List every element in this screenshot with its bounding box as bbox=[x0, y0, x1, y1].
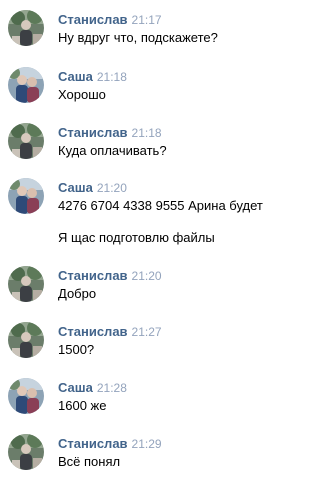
message-header: Станислав 21:29 bbox=[58, 436, 162, 452]
sasha-avatar-icon bbox=[8, 378, 44, 414]
author-name[interactable]: Станислав bbox=[58, 268, 128, 283]
message-text: Хорошо bbox=[58, 87, 106, 102]
author-name[interactable]: Станислав bbox=[58, 436, 128, 451]
message-time: 21:28 bbox=[96, 381, 127, 395]
message-text: Добро bbox=[58, 286, 97, 301]
avatar[interactable] bbox=[8, 378, 44, 414]
message-header: Станислав 21:27 bbox=[58, 324, 162, 340]
message-time: 21:18 bbox=[131, 126, 162, 140]
message-time: 21:18 bbox=[96, 70, 127, 84]
sasha-avatar-icon bbox=[8, 178, 44, 214]
avatar[interactable] bbox=[8, 10, 44, 46]
message-text: Я щас подготовлю файлы bbox=[58, 230, 215, 245]
message-text: 1500? bbox=[58, 342, 95, 357]
author-name[interactable]: Саша bbox=[58, 180, 93, 195]
chat-history: Станислав 21:17 Ну вдруг что, подскажете?… bbox=[0, 0, 321, 480]
stanislav-avatar-icon bbox=[8, 123, 44, 159]
author-name[interactable]: Саша bbox=[58, 380, 93, 395]
stanislav-avatar-icon bbox=[8, 322, 44, 358]
message-time: 21:27 bbox=[131, 325, 162, 339]
message-text: 4276 6704 4338 9555 Арина будет bbox=[58, 198, 263, 213]
stanislav-avatar-icon bbox=[8, 266, 44, 302]
avatar[interactable] bbox=[8, 67, 44, 103]
message-header: Станислав 21:17 bbox=[58, 12, 162, 28]
avatar[interactable] bbox=[8, 322, 44, 358]
message-text: Куда оплачивать? bbox=[58, 143, 167, 158]
stanislav-avatar-icon bbox=[8, 10, 44, 46]
message-time: 21:17 bbox=[131, 13, 162, 27]
author-name[interactable]: Станислав bbox=[58, 12, 128, 27]
message-text: Ну вдруг что, подскажете? bbox=[58, 30, 218, 45]
sasha-avatar-icon bbox=[8, 67, 44, 103]
message-header: Станислав 21:18 bbox=[58, 125, 162, 141]
message-text: 1600 же bbox=[58, 398, 107, 413]
message-header: Саша 21:28 bbox=[58, 380, 127, 396]
avatar[interactable] bbox=[8, 434, 44, 470]
stanislav-avatar-icon bbox=[8, 434, 44, 470]
author-name[interactable]: Станислав bbox=[58, 125, 128, 140]
message-header: Станислав 21:20 bbox=[58, 268, 162, 284]
avatar[interactable] bbox=[8, 266, 44, 302]
author-name[interactable]: Саша bbox=[58, 69, 93, 84]
avatar[interactable] bbox=[8, 178, 44, 214]
message-text: Всё понял bbox=[58, 454, 121, 469]
message-header: Саша 21:20 bbox=[58, 180, 127, 196]
message-header: Саша 21:18 bbox=[58, 69, 127, 85]
message-time: 21:29 bbox=[131, 437, 162, 451]
message-time: 21:20 bbox=[96, 181, 127, 195]
author-name[interactable]: Станислав bbox=[58, 324, 128, 339]
message-time: 21:20 bbox=[131, 269, 162, 283]
avatar[interactable] bbox=[8, 123, 44, 159]
